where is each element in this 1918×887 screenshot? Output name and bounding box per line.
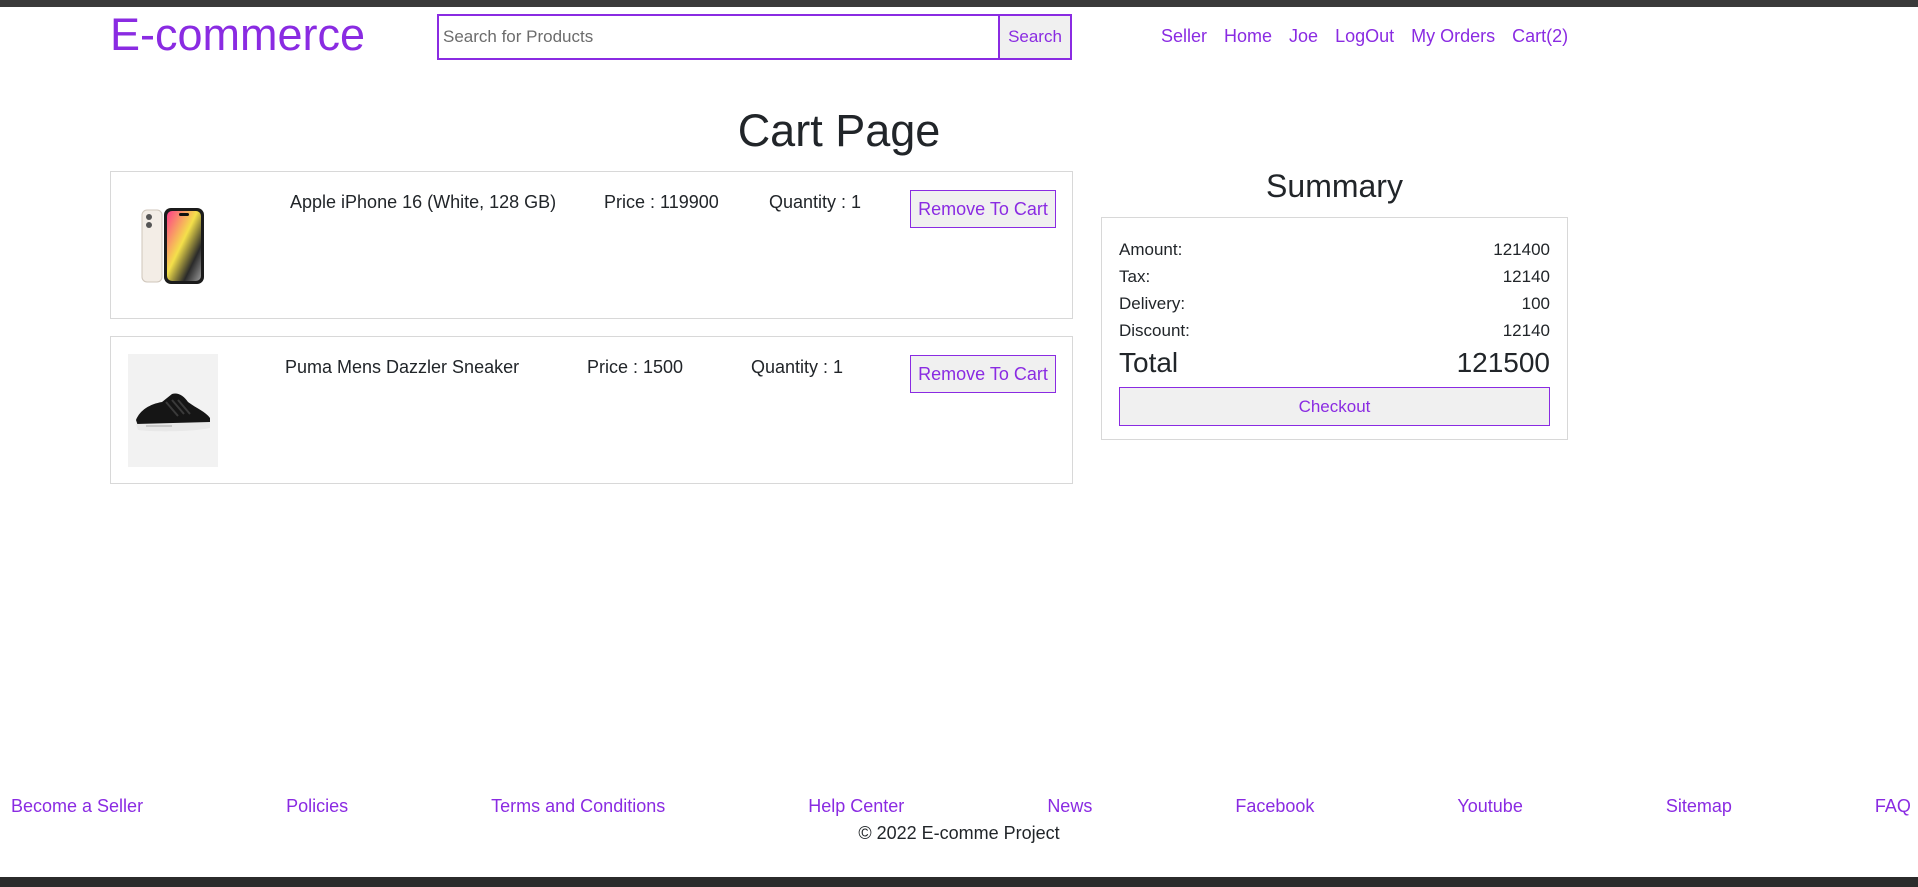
nav-link-home[interactable]: Home — [1224, 26, 1272, 47]
order-summary: Amount: 121400 Tax: 12140 Delivery: 100 … — [1101, 217, 1568, 440]
nav-link-cart[interactable]: Cart(2) — [1512, 26, 1568, 47]
browser-bottom-bar — [0, 877, 1918, 887]
footer-link-policies[interactable]: Policies — [286, 796, 348, 817]
footer-link-become-seller[interactable]: Become a Seller — [11, 796, 143, 817]
footer-link-faq[interactable]: FAQ — [1875, 796, 1911, 817]
product-image — [128, 189, 218, 302]
top-nav: Seller Home Joe LogOut My Orders Cart(2) — [1161, 26, 1568, 47]
summary-title: Summary — [1266, 168, 1403, 204]
nav-link-user[interactable]: Joe — [1289, 26, 1318, 47]
page-title: Cart Page — [737, 105, 941, 156]
summary-value: 121400 — [1493, 240, 1550, 259]
nav-link-logout[interactable]: LogOut — [1335, 26, 1394, 47]
summary-total: Total 121500 — [1119, 344, 1550, 382]
product-price: Price : 119900 — [604, 192, 719, 212]
site-logo[interactable]: E-commerce — [110, 8, 365, 62]
nav-link-my-orders[interactable]: My Orders — [1411, 26, 1495, 47]
summary-row-amount: Amount: 121400 — [1119, 236, 1550, 263]
footer-link-youtube[interactable]: Youtube — [1457, 796, 1522, 817]
nav-link-seller[interactable]: Seller — [1161, 26, 1207, 47]
sneaker-image — [136, 392, 210, 431]
browser-top-bar — [0, 0, 1918, 7]
remove-from-cart-button[interactable]: Remove To Cart — [910, 355, 1056, 393]
remove-from-cart-button[interactable]: Remove To Cart — [910, 190, 1056, 228]
product-image — [128, 354, 218, 467]
checkout-button[interactable]: Checkout — [1119, 387, 1550, 426]
total-label: Total — [1119, 347, 1179, 378]
total-value: 121500 — [1456, 347, 1550, 378]
search-button[interactable]: Search — [998, 16, 1070, 58]
footer-link-terms[interactable]: Terms and Conditions — [491, 796, 665, 817]
summary-row-tax: Tax: 12140 — [1119, 263, 1550, 290]
footer-link-help-center[interactable]: Help Center — [808, 796, 904, 817]
summary-value: 12140 — [1502, 321, 1550, 340]
product-quantity: Quantity : 1 — [769, 192, 862, 212]
search-bar: Search — [437, 14, 1072, 60]
summary-label: Amount: — [1119, 240, 1183, 259]
product-name: Apple iPhone 16 (White, 128 GB) — [290, 192, 557, 212]
summary-label: Tax: — [1119, 267, 1151, 286]
footer-link-news[interactable]: News — [1047, 796, 1092, 817]
product-price: Price : 1500 — [587, 357, 684, 377]
cart-item: Apple iPhone 16 (White, 128 GB) Price : … — [110, 171, 1073, 319]
footer-link-facebook[interactable]: Facebook — [1235, 796, 1314, 817]
summary-value: 12140 — [1502, 267, 1550, 286]
product-name: Puma Mens Dazzler Sneaker — [285, 357, 520, 377]
cart-item: Puma Mens Dazzler Sneaker Price : 1500 Q… — [110, 336, 1073, 484]
summary-label: Delivery: — [1119, 294, 1186, 313]
footer-link-sitemap[interactable]: Sitemap — [1666, 796, 1732, 817]
footer-links: Become a Seller Policies Terms and Condi… — [11, 796, 1911, 817]
summary-row-discount: Discount: 12140 — [1119, 317, 1550, 344]
summary-row-delivery: Delivery: 100 — [1119, 290, 1550, 317]
product-quantity: Quantity : 1 — [751, 357, 844, 377]
smartphone-image — [141, 207, 204, 284]
search-input[interactable] — [439, 16, 998, 58]
summary-label: Discount: — [1119, 321, 1190, 340]
copyright-text: © 2022 E-comme Project — [858, 823, 1060, 843]
summary-value: 100 — [1521, 294, 1550, 313]
